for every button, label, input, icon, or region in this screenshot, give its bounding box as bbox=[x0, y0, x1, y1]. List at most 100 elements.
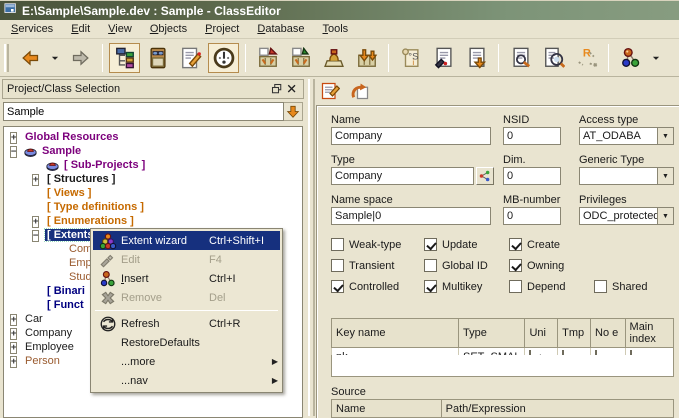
tree-item-views[interactable]: [ Views ] bbox=[4, 186, 302, 200]
context-menu-item-insert[interactable]: InsertCtrl+I bbox=[93, 269, 280, 288]
expand-icon[interactable]: + bbox=[10, 356, 17, 368]
mb-number-input[interactable]: 0 bbox=[503, 207, 561, 225]
restore-button[interactable] bbox=[348, 79, 372, 103]
checkbox-update[interactable]: Update bbox=[424, 238, 477, 251]
tree-item-label[interactable]: Company bbox=[23, 327, 74, 339]
collapse-icon[interactable]: − bbox=[32, 230, 39, 242]
verify-document-button[interactable] bbox=[428, 43, 459, 73]
chevron-down-icon[interactable]: ▼ bbox=[657, 168, 673, 184]
class-filter-input[interactable] bbox=[3, 102, 284, 121]
tree-item-label[interactable]: Person bbox=[23, 355, 62, 367]
menu-objects[interactable]: Objects bbox=[141, 21, 196, 37]
check-in-button[interactable] bbox=[285, 43, 316, 73]
nav-back-button[interactable] bbox=[14, 43, 45, 73]
checkbox-box[interactable] bbox=[424, 280, 437, 293]
menu-tools[interactable]: Tools bbox=[313, 21, 357, 37]
toolbar-grip-handle[interactable] bbox=[4, 44, 9, 72]
checkbox-owning[interactable]: Owning bbox=[509, 259, 564, 272]
class-tree-button[interactable] bbox=[109, 43, 140, 73]
dim-input[interactable]: 0 bbox=[503, 167, 561, 185]
tree-item-structures[interactable]: +[ Structures ] bbox=[4, 172, 302, 186]
save-document-button[interactable] bbox=[461, 43, 492, 73]
menu-edit[interactable]: Edit bbox=[62, 21, 99, 37]
context-menu-item-remove[interactable]: RemoveDel bbox=[93, 288, 280, 307]
tree-item-label[interactable]: Car bbox=[23, 313, 45, 325]
nav-back-history-button[interactable] bbox=[47, 43, 63, 73]
tree-item-label[interactable]: [ Views ] bbox=[45, 187, 93, 199]
key-table-header[interactable]: Uni bbox=[525, 319, 558, 348]
expand-icon[interactable]: + bbox=[32, 174, 39, 186]
dictionary-button[interactable] bbox=[142, 43, 173, 73]
tree-item-label[interactable]: [ Sub-Projects ] bbox=[62, 159, 147, 171]
edit-class-button[interactable] bbox=[175, 43, 206, 73]
checkbox-global-id[interactable]: Global ID bbox=[424, 259, 488, 272]
tree-item-label[interactable]: [ Binari bbox=[45, 285, 87, 297]
checkbox-box[interactable] bbox=[509, 280, 522, 293]
checkbox-transient[interactable]: Transient bbox=[331, 259, 394, 272]
stamp-button[interactable] bbox=[318, 43, 349, 73]
name-input[interactable]: Company bbox=[331, 127, 491, 145]
source-table-header[interactable]: Path/Expression bbox=[441, 400, 673, 418]
tree-item-label[interactable]: [ Funct bbox=[45, 299, 86, 311]
rename-button[interactable]: R bbox=[571, 43, 602, 73]
expand-icon[interactable]: + bbox=[10, 328, 17, 340]
tree-item-sample[interactable]: − Sample bbox=[4, 144, 302, 158]
collapse-icon[interactable]: − bbox=[10, 146, 17, 158]
context-menu-item-refresh[interactable]: RefreshCtrl+R bbox=[93, 314, 280, 333]
key-table-header[interactable]: Key name bbox=[332, 319, 459, 348]
panel-grip-handle[interactable] bbox=[308, 79, 315, 416]
key-table-header[interactable]: Main index bbox=[625, 319, 673, 348]
context-menu-item-restoredefaults[interactable]: RestoreDefaults bbox=[93, 333, 280, 352]
tree-item-label[interactable]: Global Resources bbox=[23, 131, 121, 143]
menu-database[interactable]: Database bbox=[248, 21, 313, 37]
tree-item-sub-projects[interactable]: [ Sub-Projects ] bbox=[4, 158, 302, 172]
script-info-button[interactable]: °Si bbox=[395, 43, 426, 73]
type-input[interactable]: Company bbox=[331, 167, 474, 185]
chevron-down-icon[interactable]: ▼ bbox=[657, 128, 673, 144]
checkbox-shared[interactable]: Shared bbox=[594, 280, 647, 293]
expand-icon[interactable]: + bbox=[10, 342, 17, 354]
nsid-input[interactable]: 0 bbox=[503, 127, 561, 145]
checkbox-depend[interactable]: Depend bbox=[509, 280, 566, 293]
update-crate-button[interactable] bbox=[351, 43, 382, 73]
expand-icon[interactable]: + bbox=[32, 216, 39, 228]
checkbox-box[interactable] bbox=[331, 259, 344, 272]
tree-item-enumerations[interactable]: + [ Enumerations ] bbox=[4, 214, 302, 228]
checkbox-weak-type[interactable]: Weak-type bbox=[331, 238, 401, 251]
checkbox-box[interactable] bbox=[509, 259, 522, 272]
tree-item-type-definitions[interactable]: [ Type definitions ] bbox=[4, 200, 302, 214]
expand-icon[interactable]: + bbox=[10, 132, 17, 144]
checkbox-controlled[interactable]: Controlled bbox=[331, 280, 399, 293]
tree-item-label[interactable]: [ Type definitions ] bbox=[45, 201, 146, 213]
privileges-select[interactable]: ODC_protected ▼ bbox=[579, 207, 674, 225]
tree-item-label[interactable]: Sample bbox=[40, 145, 83, 157]
generic-type-select[interactable]: ▼ bbox=[579, 167, 674, 185]
menu-project[interactable]: Project bbox=[196, 21, 248, 37]
context-menu-item-nav[interactable]: ...nav▶ bbox=[93, 371, 280, 390]
objects-button[interactable] bbox=[615, 43, 646, 73]
tree-item-label[interactable]: Employee bbox=[23, 341, 76, 353]
namespace-input[interactable]: Sample|0 bbox=[331, 207, 491, 225]
context-menu-item-more[interactable]: ...more▶ bbox=[93, 352, 280, 371]
tree-item-label[interactable]: [ Enumerations ] bbox=[45, 215, 136, 227]
preview-document-button[interactable] bbox=[538, 43, 569, 73]
context-menu-item-edit[interactable]: EditF4 bbox=[93, 250, 280, 269]
source-table-header[interactable]: Name bbox=[332, 400, 442, 418]
checkbox-box[interactable] bbox=[509, 238, 522, 251]
key-table-header[interactable]: No e bbox=[591, 319, 625, 348]
expand-icon[interactable]: + bbox=[10, 314, 17, 326]
checkbox-multikey[interactable]: Multikey bbox=[424, 280, 482, 293]
checkbox-box[interactable] bbox=[331, 280, 344, 293]
tree-item-global-resources[interactable]: + Global Resources bbox=[4, 130, 302, 144]
checkbox-box[interactable] bbox=[424, 259, 437, 272]
nav-forward-button[interactable] bbox=[65, 43, 96, 73]
context-menu-item-extent-wizard[interactable]: Extent wizardCtrl+Shift+I bbox=[93, 231, 280, 250]
access-type-select[interactable]: AT_ODABA ▼ bbox=[579, 127, 674, 145]
select-type-button[interactable] bbox=[476, 167, 494, 185]
objects-dropdown-button[interactable] bbox=[648, 43, 664, 73]
menu-view[interactable]: View bbox=[99, 21, 141, 37]
schema-dial-button[interactable] bbox=[208, 43, 239, 73]
key-table-header[interactable]: Tmp bbox=[558, 319, 591, 348]
checkbox-box[interactable] bbox=[594, 280, 607, 293]
checkbox-create[interactable]: Create bbox=[509, 238, 560, 251]
